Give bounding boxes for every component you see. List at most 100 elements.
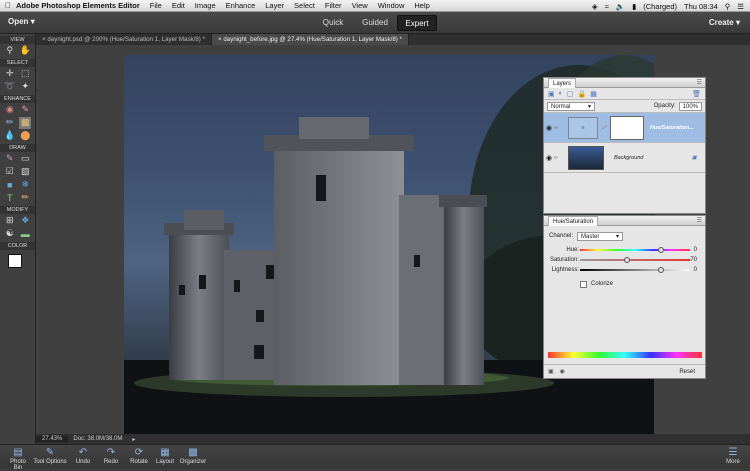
reset-button[interactable]: Reset [679,369,695,375]
sponge-icon[interactable]: ⬤ [19,130,31,142]
dropbox-icon[interactable]: ◈ [592,2,598,11]
straighten-icon[interactable]: ▬ [19,228,31,240]
app-name[interactable]: Adobe Photoshop Elements Editor [16,1,140,10]
lightness-slider[interactable] [580,267,690,273]
menu-select[interactable]: Select [294,1,315,10]
new-layer-icon[interactable]: ▣ [548,90,555,98]
menu-filter[interactable]: Filter [325,1,342,10]
blend-mode-select[interactable]: Normal ▾ [547,101,595,111]
marquee-icon[interactable]: ⬚ [19,68,31,80]
huesat-tab[interactable]: Hue/Saturation [548,216,599,226]
pattern-icon[interactable]: ❄ [19,179,31,191]
eraser-icon[interactable]: ▭ [19,153,31,165]
content-move-icon[interactable]: ☯ [4,228,16,240]
move-icon[interactable]: ✛ [4,68,16,80]
blur-icon[interactable]: 💧 [4,130,16,142]
visibility-icon[interactable]: ◉ [560,368,565,375]
layer-row-background[interactable]: ◉ ∞ Background ▣ [544,143,705,173]
channel-select[interactable]: Master ▾ [577,231,624,241]
menu-enhance[interactable]: Enhance [226,1,256,10]
clip-icon[interactable]: ▣ [548,368,554,375]
hue-knob[interactable] [658,247,664,253]
layer-mask-icon[interactable]: ▢ [567,90,574,98]
toolbox: VIEW ⚲ ✋ SELECT ✛ ⬚ ➰ ✦ ENHANCE ◉ ✎ ✏ ▩ 💧 ⬤ DR… [0,34,36,444]
menu-help[interactable]: Help [414,1,429,10]
saturation-slider[interactable] [580,257,690,263]
photo-bin-button[interactable]: ▤ Photo Bin [5,447,31,471]
opacity-input[interactable]: 100% [678,101,702,111]
link-icon[interactable]: ∞ [554,155,562,161]
gradient-icon[interactable]: ▧ [19,166,31,178]
colorize-checkbox[interactable] [580,280,587,288]
chevron-right-icon[interactable]: ▸ [127,436,140,443]
apple-icon[interactable]:  [0,1,16,10]
eye-icon[interactable]: ◉ [544,154,554,162]
clock[interactable]: Thu 08:34 [684,2,718,11]
open-button[interactable]: Open ▾ [8,17,35,26]
spot-healing-icon[interactable]: ✎ [19,104,31,116]
list-icon[interactable]: ☰ [737,2,744,11]
recompose-icon[interactable]: ❖ [19,215,31,227]
brush-icon[interactable]: ✎ [4,153,16,165]
chain-icon[interactable]: ☍ [598,125,610,131]
close-icon[interactable]: × [218,36,222,43]
create-button[interactable]: Create ▾ [709,18,740,27]
menu-layer[interactable]: Layer [265,1,284,10]
undo-button[interactable]: ↶ Undo [72,447,94,465]
saturation-value[interactable]: -70 [688,257,697,263]
tab-daynight-psd[interactable]: × daynight.psd @ 200% (Hue/Saturation 1,… [36,34,212,45]
crop-icon[interactable]: ⊞ [4,215,16,227]
link-icon[interactable]: ∞ [554,125,562,131]
layers-tab[interactable]: Layers [548,78,577,88]
panel-menu-icon[interactable]: ☰ [697,216,702,226]
color-swatches[interactable] [6,253,30,275]
menu-view[interactable]: View [352,1,368,10]
close-icon[interactable]: × [42,36,46,43]
redo-button[interactable]: ↷ Redo [100,447,122,465]
eye-icon[interactable]: ◉ [544,124,554,132]
lasso-icon[interactable]: ➰ [4,81,16,93]
search-icon[interactable]: ⚲ [725,2,731,11]
battery-icon[interactable]: ▮ [632,2,636,11]
zoom-icon[interactable]: ⚲ [4,45,16,57]
tool-options-button[interactable]: ✎ Tool Options [33,447,67,465]
volume-icon[interactable]: 🔈 [616,2,625,11]
mode-expert[interactable]: Expert [397,15,437,31]
menu-edit[interactable]: Edit [172,1,185,10]
quick-selection-icon[interactable]: ✦ [19,81,31,93]
trash-icon[interactable]: 🗑 [692,90,701,98]
menu-file[interactable]: File [150,1,162,10]
shape-icon[interactable]: ■ [4,179,16,191]
menu-image[interactable]: Image [195,1,216,10]
pencil-icon[interactable]: ✏ [19,192,31,204]
hand-icon[interactable]: ✋ [19,45,31,57]
section-view: VIEW [0,36,35,44]
mode-quick[interactable]: Quick [313,15,353,31]
menu-window[interactable]: Window [378,1,405,10]
more-button[interactable]: ☰ More [722,447,744,465]
paint-bucket-icon[interactable]: ☑ [4,166,16,178]
lock-icon[interactable]: 🔒 [577,90,586,98]
red-eye-icon[interactable]: ◉ [4,104,16,116]
smart-brush-icon[interactable]: ✏ [4,117,16,129]
foreground-color[interactable] [8,254,22,268]
wifi-icon[interactable]: ≈ [605,2,609,11]
lightness-value[interactable]: 0 [694,267,697,273]
channel-label: Channel: [549,233,574,239]
layer-row-hue-saturation[interactable]: ◉ ∞ ≡ ☍ Hue/Saturation... [544,113,705,143]
saturation-knob[interactable] [624,257,630,263]
clone-stamp-icon[interactable]: ▩ [19,116,32,129]
organizer-button[interactable]: ▩ Organizer [178,447,208,465]
panel-menu-icon[interactable]: ☰ [697,78,702,88]
type-icon[interactable]: T [4,192,16,204]
lightness-knob[interactable] [658,267,664,273]
zoom-level[interactable]: 27.43% [36,436,69,442]
hue-slider[interactable] [580,247,690,253]
rotate-button[interactable]: ⟳ Rotate [127,447,151,465]
adjustment-layer-icon[interactable]: ◐ [559,90,563,97]
layout-button[interactable]: ▦ Layout [154,447,176,465]
hue-value[interactable]: 0 [694,247,697,253]
tab-daynight-before[interactable]: × daynight_before.jpg @ 27.4% (Hue/Satur… [211,34,409,45]
mode-guided[interactable]: Guided [355,15,395,31]
lock-all-icon[interactable]: ▦ [590,90,597,98]
